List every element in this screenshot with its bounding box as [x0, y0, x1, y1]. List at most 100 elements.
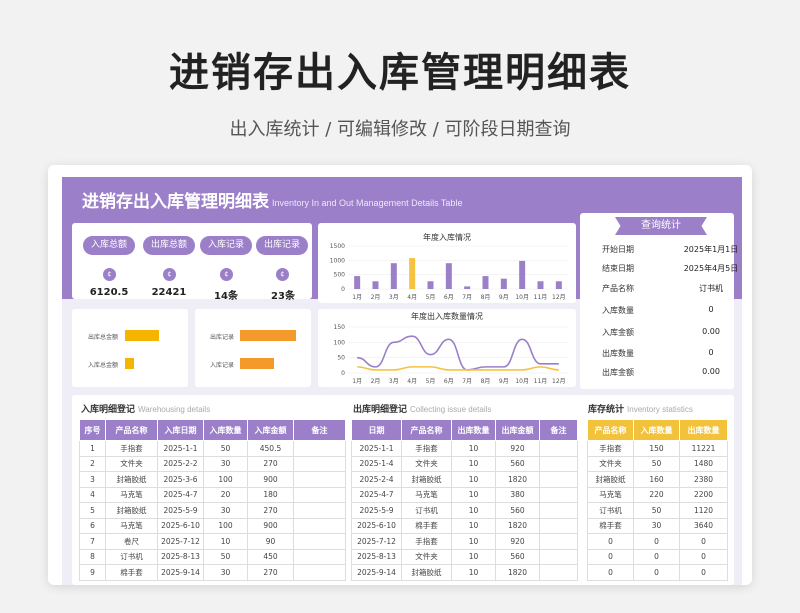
table-cell[interactable]: 0: [633, 564, 680, 581]
table-cell[interactable]: 3640: [679, 517, 728, 534]
table-cell[interactable]: [293, 548, 346, 565]
table-row[interactable]: 2025-2-4 封箱胶纸 10 1820: [351, 471, 578, 488]
table-cell[interactable]: 0: [587, 564, 634, 581]
table-cell[interactable]: 270: [247, 502, 294, 519]
table-cell[interactable]: 0: [679, 564, 728, 581]
table-row[interactable]: 8 订书机 2025-8-13 50 450: [79, 548, 346, 565]
table-row[interactable]: 000: [587, 548, 728, 565]
table-cell[interactable]: 2025-6-10: [157, 517, 204, 534]
kpi-pill-out-records[interactable]: 出库记录: [256, 236, 308, 255]
table-cell[interactable]: 1820: [495, 564, 540, 581]
table-cell[interactable]: 封箱胶纸: [401, 564, 452, 581]
table-cell[interactable]: [539, 471, 578, 488]
table-cell[interactable]: [539, 517, 578, 534]
table-cell[interactable]: 10: [451, 440, 496, 457]
table-cell[interactable]: [293, 564, 346, 581]
table-cell[interactable]: 封箱胶纸: [401, 471, 452, 488]
table-cell[interactable]: 2025-1-1: [351, 440, 402, 457]
column-header[interactable]: 入库日期: [157, 419, 204, 441]
table-cell[interactable]: 2: [79, 455, 106, 472]
table-cell[interactable]: [539, 486, 578, 503]
table-cell[interactable]: 560: [495, 502, 540, 519]
table-cell[interactable]: 2025-5-9: [351, 502, 402, 519]
table-cell[interactable]: 3: [79, 471, 106, 488]
table-cell[interactable]: 2025-4-7: [157, 486, 204, 503]
table-cell[interactable]: [539, 548, 578, 565]
table-row[interactable]: 000: [587, 533, 728, 550]
table-row[interactable]: 1 手指套 2025-1-1 50 450.5: [79, 440, 346, 457]
table-cell[interactable]: 0: [587, 533, 634, 550]
table-cell[interactable]: 10: [451, 517, 496, 534]
table-cell[interactable]: 0: [679, 548, 728, 565]
table-cell[interactable]: 棉手套: [401, 517, 452, 534]
table-cell[interactable]: 2380: [679, 471, 728, 488]
table-cell[interactable]: 10: [451, 486, 496, 503]
table-cell[interactable]: 2025-8-13: [157, 548, 204, 565]
table-row[interactable]: 3 封箱胶纸 2025-3-6 100 900: [79, 471, 346, 488]
table-row[interactable]: 6 马克笔 2025-6-10 100 900: [79, 517, 346, 534]
table-cell[interactable]: 2025-2-4: [351, 471, 402, 488]
table-cell[interactable]: 10: [451, 502, 496, 519]
table-cell[interactable]: 2200: [679, 486, 728, 503]
table-cell[interactable]: 30: [633, 517, 680, 534]
column-header[interactable]: 出库金额: [495, 419, 540, 441]
table-cell[interactable]: [293, 502, 346, 519]
table-row[interactable]: 000: [587, 564, 728, 581]
table-cell[interactable]: 10: [451, 548, 496, 565]
table-cell[interactable]: 10: [451, 533, 496, 550]
table-cell[interactable]: 380: [495, 486, 540, 503]
table-cell[interactable]: 2025-6-10: [351, 517, 402, 534]
kpi-pill-in-records[interactable]: 入库记录: [200, 236, 252, 255]
table-cell[interactable]: 1120: [679, 502, 728, 519]
table-cell[interactable]: 手指套: [587, 440, 634, 457]
table-cell[interactable]: 180: [247, 486, 294, 503]
table-cell[interactable]: [539, 502, 578, 519]
table-cell[interactable]: 封箱胶纸: [587, 471, 634, 488]
table-row[interactable]: 棉手套 30 3640: [587, 517, 728, 534]
table-cell[interactable]: 900: [247, 517, 294, 534]
table-cell[interactable]: 150: [633, 440, 680, 457]
table-cell[interactable]: 2025-8-13: [351, 548, 402, 565]
table-cell[interactable]: [293, 471, 346, 488]
table-cell[interactable]: 30: [203, 502, 248, 519]
table-cell[interactable]: 文件夹: [401, 455, 452, 472]
table-cell[interactable]: [539, 455, 578, 472]
table-cell[interactable]: 450: [247, 548, 294, 565]
table-cell[interactable]: [539, 564, 578, 581]
table-cell[interactable]: 100: [203, 471, 248, 488]
table-cell[interactable]: 1: [79, 440, 106, 457]
table-cell[interactable]: 30: [203, 564, 248, 581]
table-cell[interactable]: 文件夹: [105, 455, 158, 472]
kpi-pill-out-total[interactable]: 出库总额: [143, 236, 195, 255]
table-cell[interactable]: 订书机: [401, 502, 452, 519]
query-value[interactable]: 2025年1月1日: [676, 244, 746, 255]
table-cell[interactable]: 50: [633, 502, 680, 519]
table-cell[interactable]: [293, 440, 346, 457]
table-cell[interactable]: 马克笔: [401, 486, 452, 503]
table-cell[interactable]: 0: [633, 548, 680, 565]
table-cell[interactable]: 2025-4-7: [351, 486, 402, 503]
table-row[interactable]: 2025-5-9 订书机 10 560: [351, 502, 578, 519]
column-header[interactable]: 出库数量: [451, 419, 496, 441]
table-cell[interactable]: 10: [203, 533, 248, 550]
table-cell[interactable]: 马克笔: [105, 486, 158, 503]
table-cell[interactable]: 2025-9-14: [351, 564, 402, 581]
table-row[interactable]: 7 卷尺 2025-7-12 10 90: [79, 533, 346, 550]
table-row[interactable]: 4 马克笔 2025-4-7 20 180: [79, 486, 346, 503]
table-cell[interactable]: 手指套: [401, 440, 452, 457]
table-cell[interactable]: 文件夹: [587, 455, 634, 472]
table-row[interactable]: 5 封箱胶纸 2025-5-9 30 270: [79, 502, 346, 519]
table-row[interactable]: 文件夹 50 1480: [587, 455, 728, 472]
table-row[interactable]: 9 棉手套 2025-9-14 30 270: [79, 564, 346, 581]
kpi-pill-in-total[interactable]: 入库总额: [83, 236, 135, 255]
table-cell[interactable]: 6: [79, 517, 106, 534]
table-row[interactable]: 封箱胶纸 160 2380: [587, 471, 728, 488]
column-header[interactable]: 产品名称: [105, 419, 158, 441]
table-cell[interactable]: 2025-3-6: [157, 471, 204, 488]
table-cell[interactable]: 1820: [495, 517, 540, 534]
table-cell[interactable]: 160: [633, 471, 680, 488]
table-cell[interactable]: 2025-7-12: [157, 533, 204, 550]
table-cell[interactable]: 4: [79, 486, 106, 503]
table-row[interactable]: 2 文件夹 2025-2-2 30 270: [79, 455, 346, 472]
table-cell[interactable]: [539, 533, 578, 550]
